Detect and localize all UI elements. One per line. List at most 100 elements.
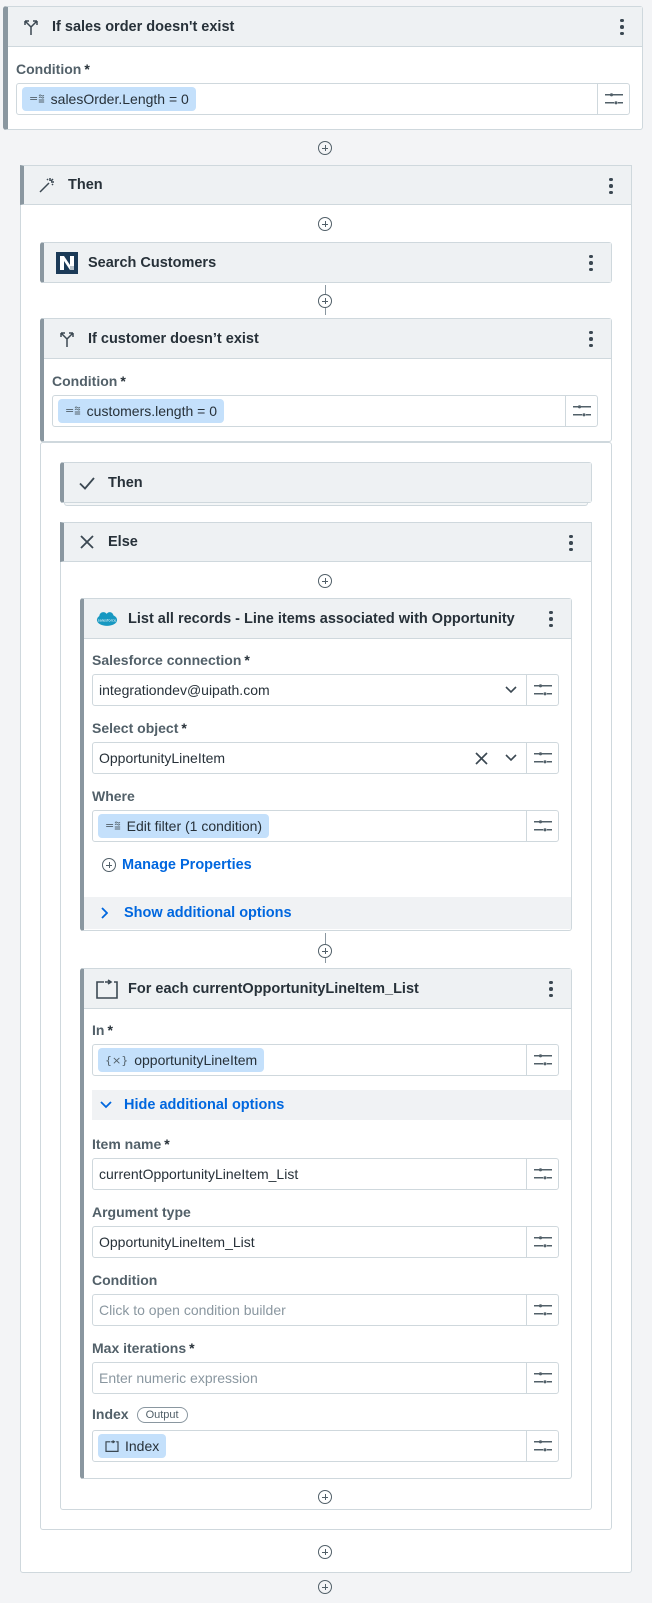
loop-icon [105,1440,119,1452]
add-step-icon[interactable] [318,944,332,958]
show-additional-options-toggle[interactable]: Show additional options [84,897,571,929]
item-name-label: Item name * [92,1136,170,1152]
hide-additional-options-toggle[interactable]: Hide additional options [92,1090,571,1120]
select-object-value: OpportunityLineItem [99,750,226,766]
magic-wand-icon [36,174,58,196]
add-circle-icon [102,858,116,872]
manage-properties-link[interactable]: Manage Properties [102,857,252,873]
expression-editor-icon[interactable] [526,675,558,705]
select-object-select[interactable]: OpportunityLineItem [92,742,559,774]
add-step-icon[interactable] [318,294,332,308]
where-label: Where [92,788,135,804]
index-chip[interactable]: Index [98,1434,167,1458]
if-sales-order-header[interactable]: If sales order doesn't exist [8,7,642,47]
search-customers-card[interactable]: Search Customers [40,242,612,283]
condition-label: Condition * [52,373,126,389]
more-icon[interactable] [581,253,601,273]
close-icon [76,531,98,553]
argument-type-label: Argument type [92,1204,191,1220]
where-field[interactable]: =⩰ Edit filter (1 condition) [92,810,559,842]
add-step-icon[interactable] [318,217,332,231]
else-title: Else [108,534,138,550]
expression-editor-icon[interactable] [526,1295,558,1325]
add-step-icon[interactable] [318,1580,332,1594]
else-header[interactable]: Else [60,522,592,562]
condition-input[interactable]: Click to open condition builder [92,1294,559,1326]
for-each-title: For each currentOpportunityLineItem_List [128,980,419,997]
more-icon[interactable] [561,533,581,553]
expression-editor-icon[interactable] [526,1159,558,1189]
chevron-down-icon [100,1101,112,1109]
clear-icon[interactable] [466,751,496,765]
index-field[interactable]: Index [92,1430,559,1462]
expression-icon: =⩰ [29,92,45,105]
if-sales-order-title: If sales order doesn't exist [52,18,235,35]
variable-chip[interactable]: {×} opportunityLineItem [98,1048,265,1072]
expression-editor-icon[interactable] [597,84,629,114]
expression-editor-icon[interactable] [526,1045,558,1075]
branch-icon [56,328,78,350]
condition-label: Condition * [16,61,90,77]
argument-type-input[interactable]: OpportunityLineItem_List [92,1226,559,1258]
search-customers-title: Search Customers [88,254,217,271]
expression-editor-icon[interactable] [565,396,597,426]
argument-type-value: OpportunityLineItem_List [99,1234,255,1250]
in-field[interactable]: {×} opportunityLineItem [92,1044,559,1076]
add-step-icon[interactable] [318,1490,332,1504]
more-icon[interactable] [601,176,621,196]
add-step-icon[interactable] [318,141,332,155]
item-name-input[interactable]: currentOpportunityLineItem_List [92,1158,559,1190]
then-inner-title: Then [108,474,143,491]
select-object-label: Select object * [92,720,187,736]
expression-icon: =⩰ [65,404,81,417]
search-customers-header[interactable]: Search Customers [44,243,611,282]
svg-text:salesforce: salesforce [98,618,117,622]
expression-editor-icon[interactable] [526,743,558,773]
output-tag: Output [136,1407,188,1424]
expression-editor-icon[interactable] [526,1363,558,1393]
add-step-icon[interactable] [318,574,332,588]
more-icon[interactable] [581,329,601,349]
chevron-down-icon[interactable] [496,754,526,762]
variable-icon: {×} [105,1053,129,1067]
filter-chip[interactable]: =⩰ Edit filter (1 condition) [98,814,270,838]
condition-field[interactable]: =⩰ customers.length = 0 [52,395,598,427]
max-iterations-label: Max iterations * [92,1340,195,1356]
then-inner-card[interactable]: Then [60,462,592,503]
expression-editor-icon[interactable] [526,1431,558,1461]
more-icon[interactable] [612,17,632,37]
salesforce-logo-icon: salesforce [96,608,118,630]
item-name-value: currentOpportunityLineItem_List [99,1166,299,1182]
index-label: Index Output [92,1406,188,1424]
max-iterations-placeholder: Enter numeric expression [99,1370,258,1386]
chevron-down-icon[interactable] [496,686,526,694]
salesforce-connection-select[interactable]: integrationdev@uipath.com [92,674,559,706]
more-icon[interactable] [541,609,561,629]
then-inner-header[interactable]: Then [64,463,591,502]
condition-label: Condition [92,1272,158,1288]
expression-editor-icon[interactable] [526,811,558,841]
if-customer-card: If customer doesn’t exist Condition * =⩰ c… [40,318,612,442]
add-step-icon[interactable] [318,1545,332,1559]
then-outer-title: Then [68,177,103,193]
if-customer-title: If customer doesn’t exist [88,330,259,347]
chevron-right-icon [100,907,108,919]
condition-chip[interactable]: =⩰ customers.length = 0 [58,399,225,423]
condition-chip[interactable]: =⩰ salesOrder.Length = 0 [22,87,196,111]
list-records-card: salesforce List all records - Line items… [80,598,572,931]
if-customer-header[interactable]: If customer doesn’t exist [44,319,611,359]
more-icon[interactable] [541,979,561,999]
netsuite-logo-icon [56,251,78,274]
for-each-header[interactable]: For each currentOpportunityLineItem_List [84,969,571,1009]
condition-field[interactable]: =⩰ salesOrder.Length = 0 [16,83,630,115]
if-sales-order-card: If sales order doesn't exist Condition * … [3,6,643,130]
expression-icon: =⩰ [105,819,121,832]
condition-placeholder: Click to open condition builder [99,1302,286,1318]
salesforce-connection-label: Salesforce connection * [92,652,250,668]
for-each-card: For each currentOpportunityLineItem_List… [80,968,572,1479]
then-outer-header[interactable]: Then [20,165,632,205]
list-records-header[interactable]: salesforce List all records - Line items… [84,599,571,639]
max-iterations-input[interactable]: Enter numeric expression [92,1362,559,1394]
expression-editor-icon[interactable] [526,1227,558,1257]
branch-icon [20,16,42,38]
